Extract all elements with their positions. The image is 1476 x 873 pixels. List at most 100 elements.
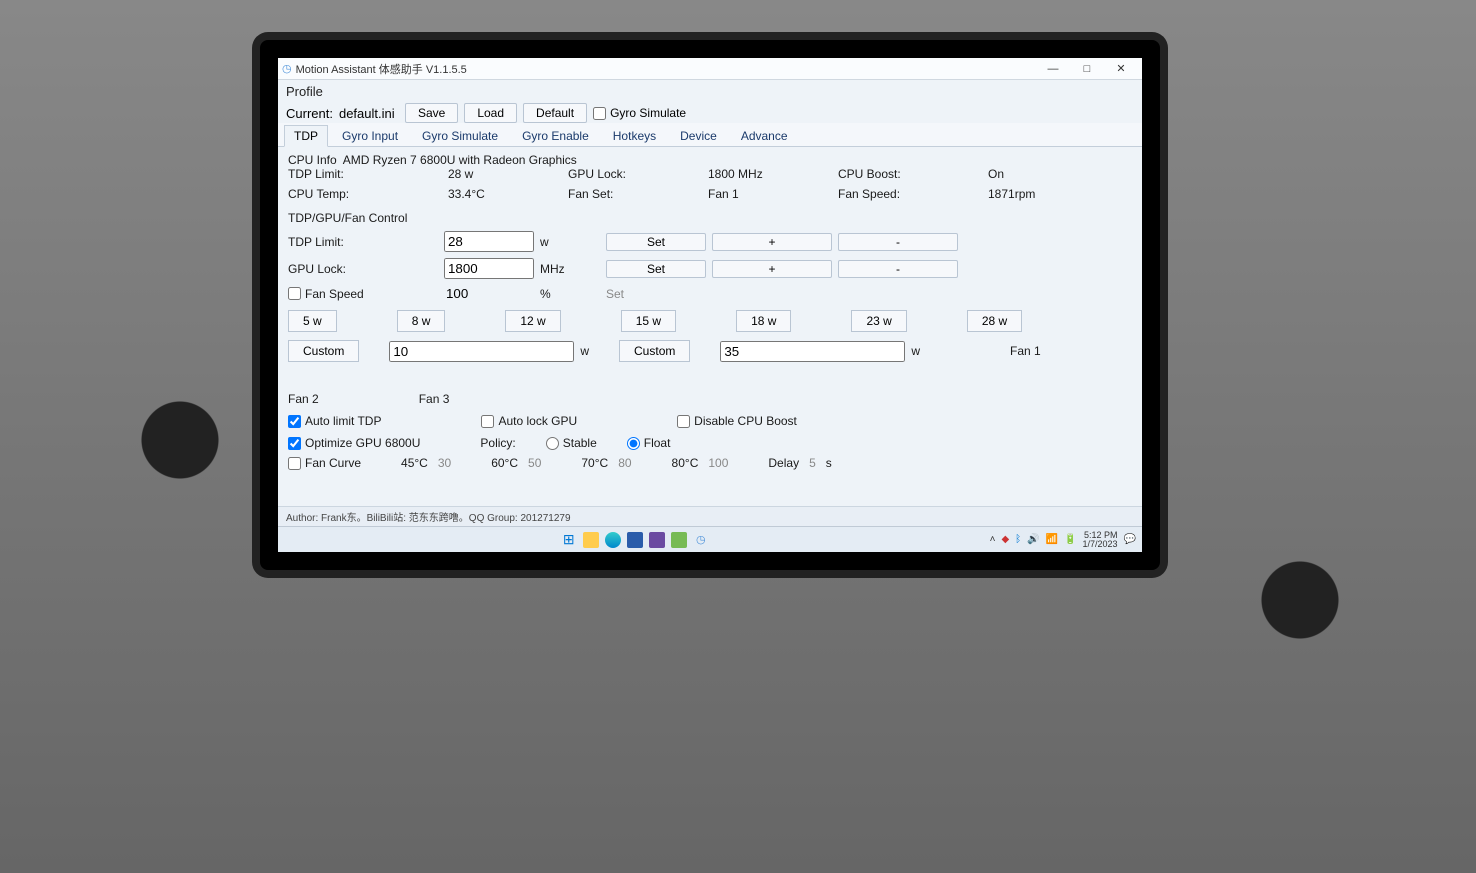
app-icon-1[interactable]: [627, 532, 643, 548]
battery-icon[interactable]: 🔋: [1064, 534, 1076, 545]
default-button[interactable]: Default: [523, 103, 587, 123]
motion-assistant-icon[interactable]: ◷: [693, 532, 709, 548]
wifi-icon[interactable]: 📶: [1046, 534, 1058, 545]
tray-app-icon[interactable]: ◆: [1001, 534, 1009, 545]
window-title: Motion Assistant 体感助手 V1.1.5.5: [296, 61, 467, 77]
gyro-simulate-label: Gyro Simulate: [610, 106, 686, 120]
volume-icon[interactable]: 🔊: [1027, 534, 1039, 545]
explorer-icon[interactable]: [583, 532, 599, 548]
tdp-limit-ctl-label: TDP Limit:: [288, 235, 438, 249]
gpu-lock-value: 1800 MHz: [708, 167, 838, 181]
fan-speed-unit: %: [540, 287, 600, 301]
tab-gyro-enable[interactable]: Gyro Enable: [512, 125, 599, 146]
tab-advance[interactable]: Advance: [731, 125, 798, 146]
fan-speed-checkbox[interactable]: Fan Speed: [288, 287, 438, 301]
windows-taskbar[interactable]: ⊞ ◷ ˄ ◆ ᛒ 🔊 📶 🔋 5:12 PM 1/7/2023 💬: [278, 526, 1142, 552]
notification-icon[interactable]: 💬: [1124, 534, 1136, 545]
taskbar-clock[interactable]: 5:12 PM 1/7/2023: [1083, 531, 1118, 549]
tab-gyro-simulate[interactable]: Gyro Simulate: [412, 125, 508, 146]
preset-28w-button[interactable]: 28 w: [967, 310, 1022, 332]
profile-toolbar: Profile Current: default.ini Save Load D…: [278, 80, 1142, 123]
fan-speed-ctl-label: Fan Speed: [305, 287, 364, 301]
tdp-limit-input[interactable]: [444, 231, 534, 252]
fan2-button[interactable]: Fan 2: [288, 392, 319, 406]
cpu-info-value: AMD Ryzen 7 6800U with Radeon Graphics: [343, 153, 577, 167]
fan-speed-input[interactable]: [444, 285, 534, 302]
cpu-boost-value: On: [988, 167, 1098, 181]
fan-curve-label: Fan Curve: [305, 456, 361, 470]
preset-15w-button[interactable]: 15 w: [621, 310, 676, 332]
disable-cpu-boost-checkbox[interactable]: Disable CPU Boost: [677, 414, 797, 428]
edge-icon[interactable]: [605, 532, 621, 548]
profile-heading: Profile: [286, 84, 1134, 99]
app-icon: ◷: [282, 62, 292, 75]
tdp-set-button[interactable]: Set: [606, 233, 706, 251]
custom-preset-1-unit: w: [580, 344, 589, 358]
maximize-button[interactable]: □: [1070, 59, 1104, 79]
gpu-plus-button[interactable]: +: [712, 260, 832, 278]
tdp-minus-button[interactable]: -: [838, 233, 958, 251]
fan-set-label: Fan Set:: [568, 187, 708, 201]
system-tray[interactable]: ˄ ◆ ᛒ 🔊 📶 🔋 5:12 PM 1/7/2023 💬: [990, 531, 1136, 549]
fan-speed-label: Fan Speed:: [838, 187, 988, 201]
author-bar: Author: Frank东。BiliBili站: 范东东跨噜。QQ Group…: [278, 506, 1142, 526]
preset-5w-button[interactable]: 5 w: [288, 310, 337, 332]
preset-18w-button[interactable]: 18 w: [736, 310, 791, 332]
gpu-lock-input[interactable]: [444, 258, 534, 279]
tab-gyro-input[interactable]: Gyro Input: [332, 125, 408, 146]
tab-hotkeys[interactable]: Hotkeys: [603, 125, 666, 146]
delay-unit: s: [826, 456, 832, 470]
gpu-minus-button[interactable]: -: [838, 260, 958, 278]
preset-12w-button[interactable]: 12 w: [505, 310, 560, 332]
curve-60c-value: 50: [528, 456, 541, 470]
tdp-plus-button[interactable]: +: [712, 233, 832, 251]
auto-limit-tdp-checkbox[interactable]: Auto limit TDP: [288, 414, 381, 428]
fan1-button[interactable]: Fan 1: [1010, 344, 1041, 358]
close-button[interactable]: ✕: [1104, 59, 1138, 79]
custom-preset-1-button[interactable]: Custom: [288, 340, 359, 362]
load-button[interactable]: Load: [464, 103, 517, 123]
preset-23w-button[interactable]: 23 w: [851, 310, 906, 332]
cpu-info-label: CPU Info: [288, 153, 337, 167]
curve-80c-label: 80°C: [672, 456, 699, 470]
optimize-gpu-checkbox[interactable]: Optimize GPU 6800U: [288, 436, 420, 450]
curve-80c-value: 100: [708, 456, 728, 470]
tdp-tab-content: CPU Info AMD Ryzen 7 6800U with Radeon G…: [278, 147, 1142, 511]
start-icon[interactable]: ⊞: [561, 532, 577, 548]
fan-curve-checkbox[interactable]: Fan Curve: [288, 456, 361, 470]
policy-stable-radio[interactable]: Stable: [546, 436, 597, 450]
auto-lock-gpu-checkbox[interactable]: Auto lock GPU: [481, 414, 577, 428]
gpu-lock-label: GPU Lock:: [568, 167, 708, 181]
tdp-limit-unit: w: [540, 235, 600, 249]
policy-stable-label: Stable: [563, 436, 597, 450]
preset-8w-button[interactable]: 8 w: [397, 310, 446, 332]
policy-float-radio[interactable]: Float: [627, 436, 671, 450]
tab-device[interactable]: Device: [670, 125, 727, 146]
windows-desktop: ◷ Motion Assistant 体感助手 V1.1.5.5 — □ ✕ P…: [278, 58, 1142, 552]
custom-preset-2-input[interactable]: [720, 341, 905, 362]
bluetooth-icon[interactable]: ᛒ: [1015, 534, 1021, 545]
control-section-title: TDP/GPU/Fan Control: [288, 211, 1132, 225]
fan3-button[interactable]: Fan 3: [419, 392, 450, 406]
cpu-boost-label: CPU Boost:: [838, 167, 988, 181]
tray-chevron-icon[interactable]: ˄: [990, 534, 996, 545]
fan-speed-value: 1871rpm: [988, 187, 1098, 201]
gyro-simulate-checkbox[interactable]: Gyro Simulate: [593, 106, 686, 120]
minimize-button[interactable]: —: [1036, 59, 1070, 79]
window-titlebar[interactable]: ◷ Motion Assistant 体感助手 V1.1.5.5 — □ ✕: [278, 58, 1142, 80]
tab-tdp[interactable]: TDP: [284, 125, 328, 147]
policy-label: Policy:: [480, 436, 515, 450]
cpu-temp-label: CPU Temp:: [288, 187, 448, 201]
save-button[interactable]: Save: [405, 103, 458, 123]
taskbar-date: 1/7/2023: [1083, 540, 1118, 549]
custom-preset-1-input[interactable]: [389, 341, 574, 362]
fan-set-value: Fan 1: [708, 187, 838, 201]
custom-preset-2-button[interactable]: Custom: [619, 340, 690, 362]
delay-label: Delay: [768, 456, 799, 470]
app-icon-3[interactable]: [671, 532, 687, 548]
current-value: default.ini: [339, 106, 399, 121]
app-icon-2[interactable]: [649, 532, 665, 548]
policy-float-label: Float: [644, 436, 671, 450]
auto-lock-gpu-label: Auto lock GPU: [498, 414, 577, 428]
gpu-set-button[interactable]: Set: [606, 260, 706, 278]
